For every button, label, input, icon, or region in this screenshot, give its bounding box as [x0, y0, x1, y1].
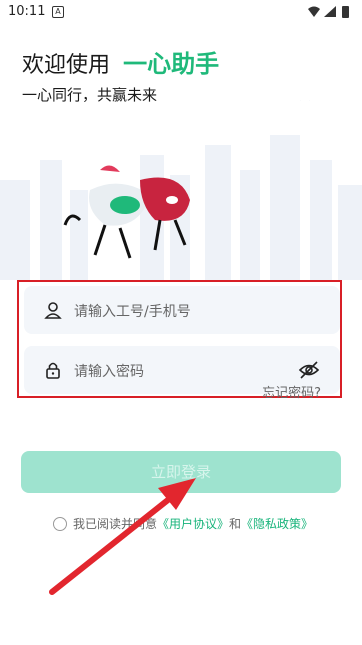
username-field[interactable]: 请输入工号/手机号 — [24, 286, 340, 334]
lock-icon — [46, 362, 60, 379]
wifi-icon — [308, 6, 320, 17]
status-time: 10:11 — [8, 4, 46, 19]
status-bar: 10:11 A — [0, 0, 362, 24]
agreement-prefix: 我已阅读并同意 — [73, 517, 158, 531]
privacy-policy-link[interactable]: 《隐私政策》 — [241, 517, 313, 531]
user-icon — [44, 302, 62, 319]
title-row: 欢迎使用 一心助手 — [22, 44, 219, 79]
welcome-text: 欢迎使用 — [22, 53, 111, 78]
battery-icon — [342, 6, 349, 18]
status-icons — [308, 6, 349, 18]
password-placeholder: 请输入密码 — [74, 364, 144, 380]
forgot-password-link[interactable]: 忘记密码? — [262, 382, 321, 401]
eye-hidden-icon[interactable] — [298, 360, 320, 380]
user-agreement-link[interactable]: 《用户协议》 — [157, 517, 229, 531]
login-button[interactable]: 立即登录 — [21, 451, 341, 493]
agreement-row: 我已阅读并同意《用户协议》和《隐私政策》 — [53, 515, 313, 532]
mascot-illustration — [63, 165, 190, 259]
username-placeholder: 请输入工号/手机号 — [74, 304, 191, 320]
agreement-and: 和 — [229, 517, 242, 531]
notification-icon: A — [52, 6, 64, 18]
agreement-checkbox[interactable] — [53, 517, 67, 531]
brand-name: 一心助手 — [123, 50, 220, 78]
signal-icon — [324, 6, 336, 17]
